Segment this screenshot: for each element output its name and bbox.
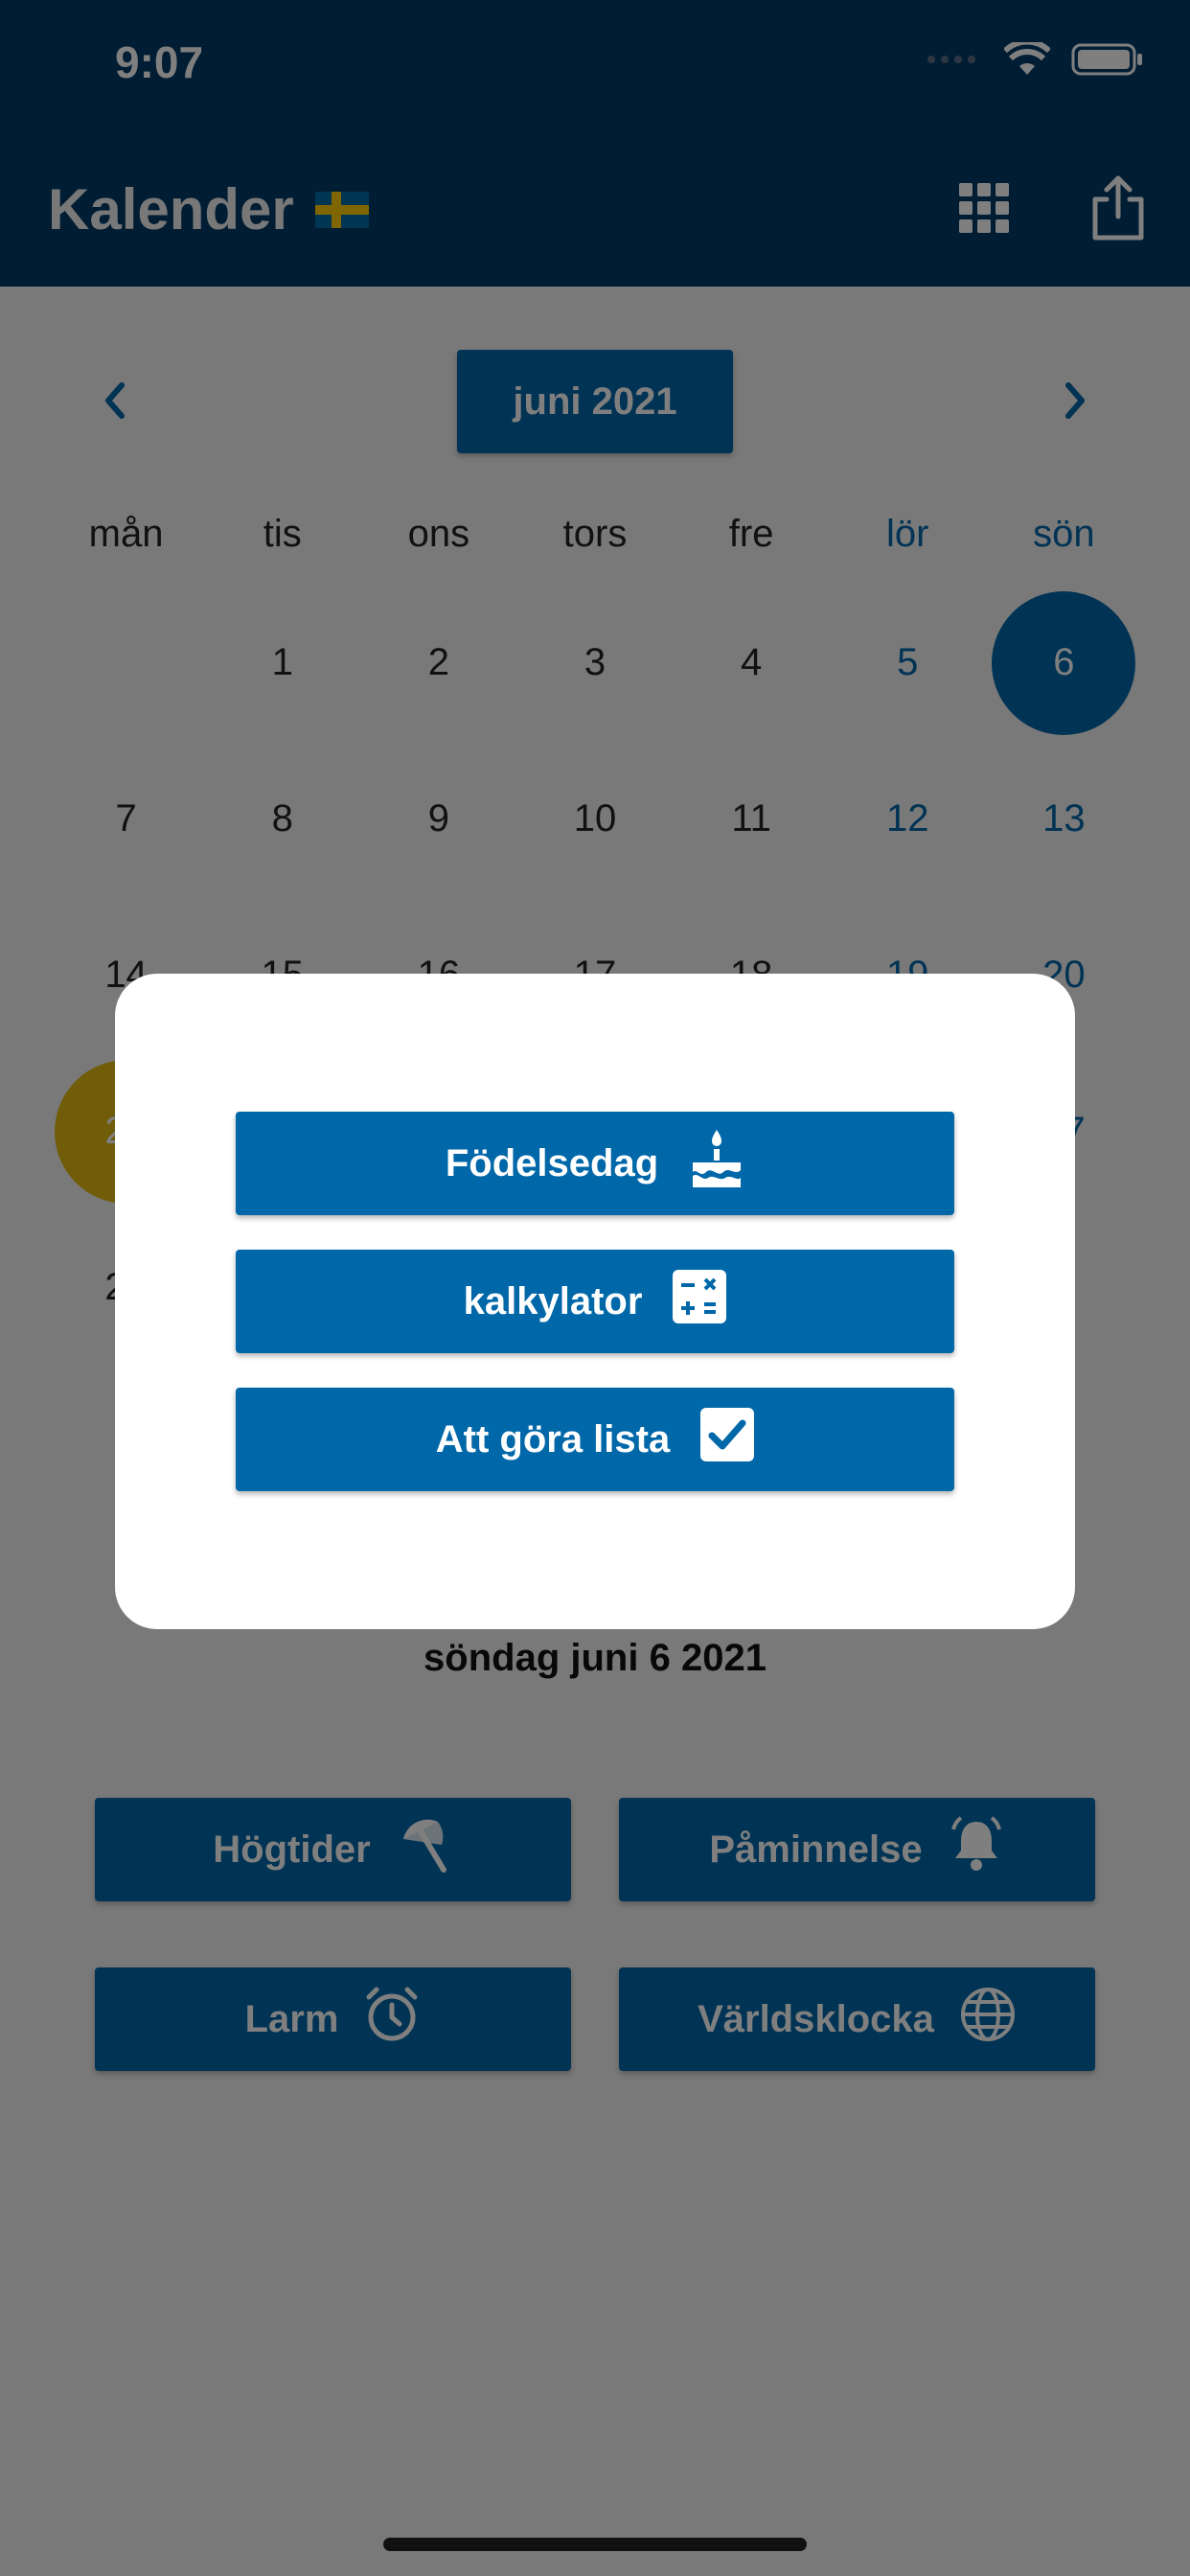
calculator-button[interactable]: kalkylator xyxy=(236,1250,954,1353)
tools-modal: Födelsedag kalkylator Att göra lista xyxy=(115,974,1075,1629)
home-indicator[interactable] xyxy=(383,2538,807,2551)
birthday-button[interactable]: Födelsedag xyxy=(236,1112,954,1215)
checkbox-checked-icon xyxy=(700,1408,755,1471)
birthday-label: Födelsedag xyxy=(445,1141,659,1184)
todo-list-label: Att göra lista xyxy=(435,1417,671,1460)
calculator-label: kalkylator xyxy=(463,1279,643,1322)
todo-list-button[interactable]: Att göra lista xyxy=(236,1388,954,1491)
calculator-icon xyxy=(673,1270,727,1333)
birthday-cake-icon xyxy=(689,1128,744,1199)
